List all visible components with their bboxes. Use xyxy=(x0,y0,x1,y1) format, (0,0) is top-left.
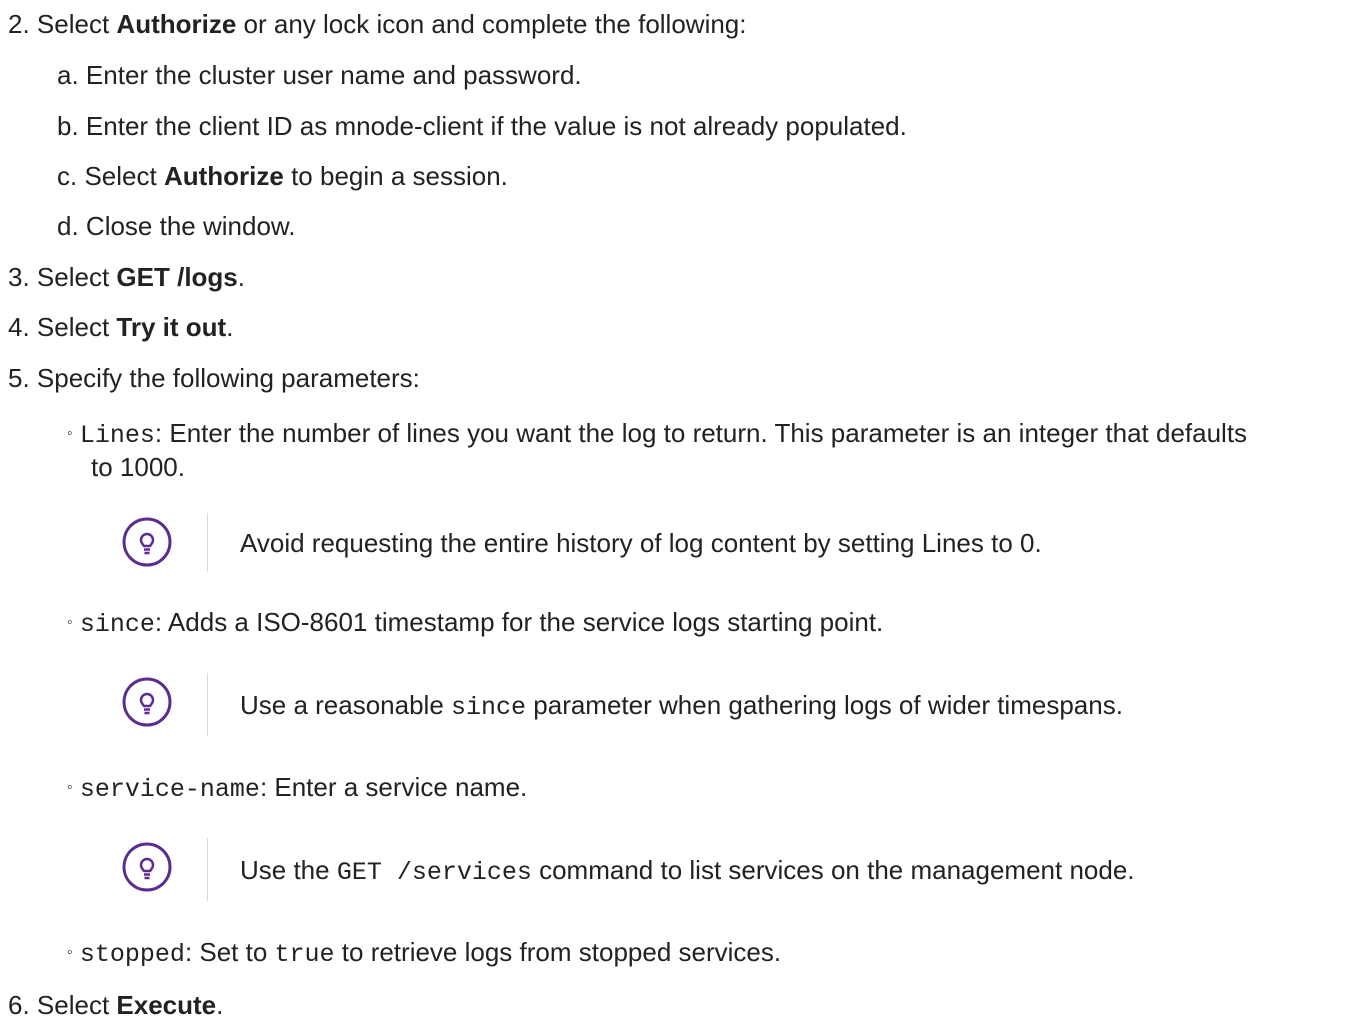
param-service-name: ◦ service-name: Enter a service name. xyxy=(67,772,527,807)
step-number: 6. xyxy=(8,990,30,1020)
substep-d: d. Close the window. xyxy=(57,211,295,241)
substep-letter: d. xyxy=(57,211,79,241)
step-4: 4. Select Try it out. xyxy=(8,312,233,342)
step-text: or any lock icon and complete the follow… xyxy=(236,9,747,39)
substep-a: a. Enter the cluster user name and passw… xyxy=(57,60,582,90)
tip-text-body: Use the xyxy=(240,855,337,885)
inline-code: since xyxy=(451,693,527,722)
tip-text: Use a reasonable since parameter when ga… xyxy=(240,690,1123,723)
tip-divider xyxy=(207,673,208,736)
ui-term: Authorize xyxy=(163,161,284,191)
param-text: : Enter the number of lines you want the… xyxy=(154,418,1248,448)
ui-term: Execute xyxy=(116,990,217,1020)
step-text: . xyxy=(237,262,245,292)
substep-letter: a. xyxy=(57,60,79,90)
step-text: Select xyxy=(36,262,117,292)
tip-text-body: command to list services on the manageme… xyxy=(531,855,1135,885)
step-number: 2. xyxy=(8,9,30,39)
step-number: 3. xyxy=(8,262,30,292)
lightbulb-icon xyxy=(121,516,173,568)
substep-text: Select xyxy=(84,161,164,191)
tip-text-body: Use a reasonable xyxy=(240,690,452,720)
step-text: Select xyxy=(36,312,117,342)
param-text: to 1000. xyxy=(91,452,185,482)
bullet-icon: ◦ xyxy=(67,944,73,961)
substep-text: to begin a session. xyxy=(283,161,508,191)
ui-term: Authorize xyxy=(116,9,237,39)
param-text: : Set to xyxy=(184,937,275,967)
ui-term: Try it out xyxy=(116,312,227,342)
substep-letter: c. xyxy=(57,161,78,191)
tip-divider xyxy=(207,838,208,901)
param-lines-cont: to 1000. xyxy=(91,452,185,482)
param-lines: ◦ Lines: Enter the number of lines you w… xyxy=(67,418,1247,453)
step-text: Select xyxy=(36,9,117,39)
bullet-icon: ◦ xyxy=(67,779,73,796)
param-name: Lines xyxy=(79,421,155,450)
step-text: Select xyxy=(36,990,117,1020)
step-text: . xyxy=(226,312,234,342)
inline-code: GET /services xyxy=(336,858,532,887)
tip-text: Use the GET /services command to list se… xyxy=(240,855,1135,888)
param-name: service-name xyxy=(79,775,260,804)
substep-b: b. Enter the client ID as mnode-client i… xyxy=(57,111,907,141)
bullet-icon: ◦ xyxy=(67,614,73,631)
lightbulb-icon xyxy=(121,841,173,893)
substep-letter: b. xyxy=(57,111,79,141)
ui-term: GET /logs xyxy=(116,262,238,292)
param-text: to retrieve logs from stopped services. xyxy=(334,937,782,967)
tip-text-body: Avoid requesting the entire history of l… xyxy=(240,528,1042,558)
lightbulb-icon xyxy=(121,676,173,728)
tip-text: Avoid requesting the entire history of l… xyxy=(240,528,1042,558)
param-text: : Adds a ISO-8601 timestamp for the serv… xyxy=(154,607,884,637)
tip-text-body: parameter when gathering logs of wider t… xyxy=(526,690,1123,720)
substep-text: Enter the cluster user name and password… xyxy=(85,60,582,90)
step-text: Specify the following parameters: xyxy=(36,363,420,393)
param-text: : Enter a service name. xyxy=(259,772,528,802)
param-stopped: ◦ stopped: Set to true to retrieve logs … xyxy=(67,937,781,972)
step-text: . xyxy=(216,990,224,1020)
step-number: 4. xyxy=(8,312,30,342)
substep-c: c. Select Authorize to begin a session. xyxy=(57,161,508,191)
step-5: 5. Specify the following parameters: xyxy=(8,363,420,393)
param-since: ◦ since: Adds a ISO-8601 timestamp for t… xyxy=(67,607,883,642)
step-2: 2. Select Authorize or any lock icon and… xyxy=(8,9,747,39)
inline-code: true xyxy=(274,940,335,969)
substep-text: Close the window. xyxy=(85,211,296,241)
param-name: stopped xyxy=(79,940,185,969)
bullet-icon: ◦ xyxy=(67,425,73,442)
param-name: since xyxy=(79,610,155,639)
step-6: 6. Select Execute. xyxy=(8,990,223,1020)
tip-divider xyxy=(207,513,208,572)
step-3: 3. Select GET /logs. xyxy=(8,262,245,292)
substep-text: Enter the client ID as mnode-client if t… xyxy=(85,111,907,141)
step-number: 5. xyxy=(8,363,30,393)
